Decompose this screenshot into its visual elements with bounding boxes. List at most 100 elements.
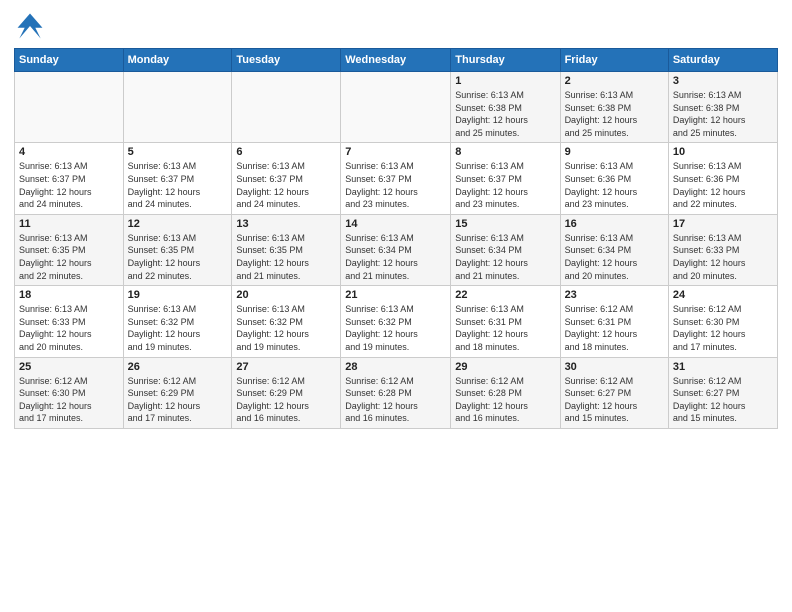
day-info: Sunrise: 6:13 AM Sunset: 6:36 PM Dayligh… <box>673 160 773 210</box>
day-of-week-wednesday: Wednesday <box>341 49 451 72</box>
calendar-cell <box>341 72 451 143</box>
calendar-cell: 28 Sunrise: 6:12 AM Sunset: 6:28 PM Dayli… <box>341 357 451 428</box>
day-info: Sunrise: 6:13 AM Sunset: 6:34 PM Dayligh… <box>565 232 664 282</box>
calendar-cell: 4Sunrise: 6:13 AM Sunset: 6:37 PM Daylig… <box>15 143 124 214</box>
day-number: 21 <box>345 289 446 301</box>
calendar-cell: 17 Sunrise: 6:13 AM Sunset: 6:33 PM Dayli… <box>668 214 777 285</box>
day-info: Sunrise: 6:13 AM Sunset: 6:32 PM Dayligh… <box>128 303 228 353</box>
logo-icon <box>14 10 46 42</box>
day-number: 20 <box>236 289 336 301</box>
day-of-week-monday: Monday <box>123 49 232 72</box>
day-info: Sunrise: 6:13 AM Sunset: 6:38 PM Dayligh… <box>565 89 664 139</box>
week-row-3: 11Sunrise: 6:13 AM Sunset: 6:35 PM Dayli… <box>15 214 778 285</box>
day-info: Sunrise: 6:13 AM Sunset: 6:37 PM Dayligh… <box>128 160 228 210</box>
day-number: 7 <box>345 146 446 158</box>
calendar-cell: 20 Sunrise: 6:13 AM Sunset: 6:32 PM Dayli… <box>232 286 341 357</box>
calendar-cell: 15Sunrise: 6:13 AM Sunset: 6:34 PM Dayli… <box>451 214 560 285</box>
calendar-table: SundayMondayTuesdayWednesdayThursdayFrid… <box>14 48 778 429</box>
calendar-cell <box>232 72 341 143</box>
day-number: 28 <box>345 361 446 373</box>
day-number: 14 <box>345 218 446 230</box>
calendar-cell: 16 Sunrise: 6:13 AM Sunset: 6:34 PM Dayli… <box>560 214 668 285</box>
day-info: Sunrise: 6:12 AM Sunset: 6:30 PM Dayligh… <box>19 375 119 425</box>
calendar-cell: 27 Sunrise: 6:12 AM Sunset: 6:29 PM Dayli… <box>232 357 341 428</box>
calendar-cell: 11Sunrise: 6:13 AM Sunset: 6:35 PM Dayli… <box>15 214 124 285</box>
day-number: 15 <box>455 218 555 230</box>
day-of-week-thursday: Thursday <box>451 49 560 72</box>
day-info: Sunrise: 6:13 AM Sunset: 6:35 PM Dayligh… <box>19 232 119 282</box>
calendar-cell: 31 Sunrise: 6:12 AM Sunset: 6:27 PM Dayli… <box>668 357 777 428</box>
day-of-week-tuesday: Tuesday <box>232 49 341 72</box>
calendar-cell: 21 Sunrise: 6:13 AM Sunset: 6:32 PM Dayli… <box>341 286 451 357</box>
day-info: Sunrise: 6:13 AM Sunset: 6:37 PM Dayligh… <box>19 160 119 210</box>
calendar-cell: 30Sunrise: 6:12 AM Sunset: 6:27 PM Dayli… <box>560 357 668 428</box>
day-info: Sunrise: 6:13 AM Sunset: 6:33 PM Dayligh… <box>19 303 119 353</box>
calendar-cell: 5 Sunrise: 6:13 AM Sunset: 6:37 PM Daylig… <box>123 143 232 214</box>
day-info: Sunrise: 6:13 AM Sunset: 6:38 PM Dayligh… <box>455 89 555 139</box>
day-number: 26 <box>128 361 228 373</box>
calendar-cell <box>123 72 232 143</box>
calendar-cell: 2 Sunrise: 6:13 AM Sunset: 6:38 PM Daylig… <box>560 72 668 143</box>
calendar-cell <box>15 72 124 143</box>
calendar-cell: 6 Sunrise: 6:13 AM Sunset: 6:37 PM Daylig… <box>232 143 341 214</box>
day-number: 12 <box>128 218 228 230</box>
day-number: 8 <box>455 146 555 158</box>
day-info: Sunrise: 6:13 AM Sunset: 6:32 PM Dayligh… <box>345 303 446 353</box>
day-number: 27 <box>236 361 336 373</box>
page: SundayMondayTuesdayWednesdayThursdayFrid… <box>0 0 792 612</box>
calendar-body: 1 Sunrise: 6:13 AM Sunset: 6:38 PM Daylig… <box>15 72 778 429</box>
day-number: 5 <box>128 146 228 158</box>
day-info: Sunrise: 6:12 AM Sunset: 6:27 PM Dayligh… <box>565 375 664 425</box>
logo <box>14 10 50 42</box>
day-number: 23 <box>565 289 664 301</box>
day-info: Sunrise: 6:12 AM Sunset: 6:28 PM Dayligh… <box>345 375 446 425</box>
day-info: Sunrise: 6:13 AM Sunset: 6:31 PM Dayligh… <box>455 303 555 353</box>
day-number: 17 <box>673 218 773 230</box>
week-row-5: 25 Sunrise: 6:12 AM Sunset: 6:30 PM Dayli… <box>15 357 778 428</box>
calendar-cell: 25 Sunrise: 6:12 AM Sunset: 6:30 PM Dayli… <box>15 357 124 428</box>
day-info: Sunrise: 6:13 AM Sunset: 6:36 PM Dayligh… <box>565 160 664 210</box>
day-number: 13 <box>236 218 336 230</box>
day-number: 10 <box>673 146 773 158</box>
day-number: 9 <box>565 146 664 158</box>
day-info: Sunrise: 6:13 AM Sunset: 6:33 PM Dayligh… <box>673 232 773 282</box>
day-number: 16 <box>565 218 664 230</box>
day-number: 2 <box>565 75 664 87</box>
day-info: Sunrise: 6:13 AM Sunset: 6:38 PM Dayligh… <box>673 89 773 139</box>
day-info: Sunrise: 6:12 AM Sunset: 6:31 PM Dayligh… <box>565 303 664 353</box>
calendar-cell: 1 Sunrise: 6:13 AM Sunset: 6:38 PM Daylig… <box>451 72 560 143</box>
header <box>14 10 778 42</box>
calendar-cell: 3Sunrise: 6:13 AM Sunset: 6:38 PM Daylig… <box>668 72 777 143</box>
week-row-2: 4Sunrise: 6:13 AM Sunset: 6:37 PM Daylig… <box>15 143 778 214</box>
day-number: 1 <box>455 75 555 87</box>
day-info: Sunrise: 6:12 AM Sunset: 6:28 PM Dayligh… <box>455 375 555 425</box>
day-info: Sunrise: 6:13 AM Sunset: 6:32 PM Dayligh… <box>236 303 336 353</box>
week-row-1: 1 Sunrise: 6:13 AM Sunset: 6:38 PM Daylig… <box>15 72 778 143</box>
calendar-cell: 10 Sunrise: 6:13 AM Sunset: 6:36 PM Dayli… <box>668 143 777 214</box>
calendar-cell: 19Sunrise: 6:13 AM Sunset: 6:32 PM Dayli… <box>123 286 232 357</box>
calendar-cell: 22Sunrise: 6:13 AM Sunset: 6:31 PM Dayli… <box>451 286 560 357</box>
calendar-header: SundayMondayTuesdayWednesdayThursdayFrid… <box>15 49 778 72</box>
day-of-week-sunday: Sunday <box>15 49 124 72</box>
calendar-cell: 29 Sunrise: 6:12 AM Sunset: 6:28 PM Dayli… <box>451 357 560 428</box>
day-number: 31 <box>673 361 773 373</box>
day-number: 18 <box>19 289 119 301</box>
day-info: Sunrise: 6:12 AM Sunset: 6:30 PM Dayligh… <box>673 303 773 353</box>
calendar-cell: 24 Sunrise: 6:12 AM Sunset: 6:30 PM Dayli… <box>668 286 777 357</box>
day-info: Sunrise: 6:12 AM Sunset: 6:29 PM Dayligh… <box>236 375 336 425</box>
day-number: 6 <box>236 146 336 158</box>
day-number: 29 <box>455 361 555 373</box>
day-info: Sunrise: 6:13 AM Sunset: 6:37 PM Dayligh… <box>236 160 336 210</box>
day-number: 25 <box>19 361 119 373</box>
calendar-cell: 14Sunrise: 6:13 AM Sunset: 6:34 PM Dayli… <box>341 214 451 285</box>
day-info: Sunrise: 6:13 AM Sunset: 6:37 PM Dayligh… <box>455 160 555 210</box>
week-row-4: 18 Sunrise: 6:13 AM Sunset: 6:33 PM Dayli… <box>15 286 778 357</box>
day-info: Sunrise: 6:13 AM Sunset: 6:35 PM Dayligh… <box>236 232 336 282</box>
calendar-cell: 18 Sunrise: 6:13 AM Sunset: 6:33 PM Dayli… <box>15 286 124 357</box>
day-info: Sunrise: 6:12 AM Sunset: 6:27 PM Dayligh… <box>673 375 773 425</box>
day-info: Sunrise: 6:12 AM Sunset: 6:29 PM Dayligh… <box>128 375 228 425</box>
day-number: 24 <box>673 289 773 301</box>
day-info: Sunrise: 6:13 AM Sunset: 6:37 PM Dayligh… <box>345 160 446 210</box>
calendar-cell: 13 Sunrise: 6:13 AM Sunset: 6:35 PM Dayli… <box>232 214 341 285</box>
calendar-cell: 8 Sunrise: 6:13 AM Sunset: 6:37 PM Daylig… <box>451 143 560 214</box>
